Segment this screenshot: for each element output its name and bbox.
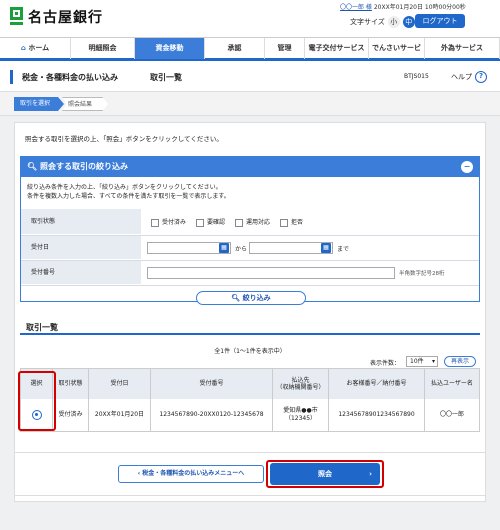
bank-name: 名古屋銀行 <box>28 10 103 26</box>
status-needs-check-label: 要確認 <box>207 219 226 226</box>
date-label: 受付日 <box>21 236 141 260</box>
status-accepted-checkbox[interactable]: 受付済み <box>151 217 186 227</box>
row-payee-name: 愛知県●●市 <box>283 407 318 415</box>
instruction-text: 照会する取引を選択の上、「照会」ボタンをクリックしてください。 <box>25 135 223 143</box>
per-page-value: 10件 <box>410 358 424 365</box>
nav-home-label: ホーム <box>28 44 50 52</box>
screen-id: BTJS015 <box>404 73 429 80</box>
page-subtitle: 取引一覧 <box>150 73 182 82</box>
global-nav: ⌂ ホーム 明細照会 資金移動 承認 管理 電子交付サービス でんさいサービス … <box>0 37 500 73</box>
checkbox-box[interactable] <box>280 218 289 227</box>
nav-e-delivery[interactable]: 電子交付サービス <box>304 38 368 59</box>
checkbox-box[interactable] <box>235 218 244 227</box>
checkbox-box[interactable] <box>151 218 159 227</box>
calendar-to-icon[interactable]: ▦ <box>321 243 331 253</box>
bank-logo-icon <box>10 7 23 25</box>
step-select: 取引を選択 <box>14 97 64 111</box>
number-label: 受付番号 <box>21 261 141 285</box>
nav-forex[interactable]: 外為サービス <box>424 38 500 59</box>
filter-description: 絞り込み条件を入力の上、「絞り込み」ボタンをクリックしてください。 条件を複数入… <box>27 183 230 201</box>
filter-desc-1: 絞り込み条件を入力の上、「絞り込み」ボタンをクリックしてください。 <box>27 184 222 191</box>
highlight-inquiry-button <box>266 460 384 488</box>
filter-header[interactable]: 🔍︎ 照会する取引の絞り込み − <box>21 157 479 177</box>
chevron-left-icon: ‹ <box>137 470 141 477</box>
col-date: 受付日 <box>89 369 151 399</box>
date-to-suffix: まで <box>337 246 350 253</box>
list-count: 全1件（1～1件を表示中） <box>214 348 286 355</box>
number-hint: 半角数字記号28桁 <box>399 271 445 277</box>
collapse-icon[interactable]: − <box>461 161 473 173</box>
row-status: 受付済み <box>53 399 89 431</box>
status-rejected-label: 拒否 <box>291 219 304 226</box>
font-size-label: 文字サイズ <box>350 18 385 26</box>
home-icon: ⌂ <box>20 44 26 52</box>
highlight-select-column <box>18 371 56 431</box>
nav-home[interactable]: ⌂ ホーム <box>0 38 70 59</box>
filter-button[interactable]: 🔍︎ 絞り込み <box>196 291 306 305</box>
col-customer-number: お客様番号／納付番号 <box>329 369 425 399</box>
col-status: 取引状態 <box>53 369 89 399</box>
col-user: 払込ユーザー名 <box>425 369 479 399</box>
nav-densai[interactable]: でんさいサービス <box>368 38 424 73</box>
status-label: 取引状態 <box>21 209 141 235</box>
status-checkboxes: 受付済み 要確認 運用対応 拒否 <box>151 217 303 227</box>
col-payee: 払込先 （収納機関番号） <box>273 369 329 399</box>
col-number: 受付番号 <box>151 369 273 399</box>
receipt-number-input[interactable] <box>147 267 395 279</box>
help-icon: ? <box>475 71 487 83</box>
user-info: 〇〇一郎 様 20XX年01月20日 10時00分00秒 <box>340 2 466 11</box>
per-page-label: 表示件数： <box>370 360 401 367</box>
back-to-menu-button[interactable]: ‹ 税金・各種料金の払い込みメニューへ <box>118 465 264 483</box>
step-result: 照会結果 <box>62 97 108 111</box>
filter-panel: 🔍︎ 照会する取引の絞り込み − 絞り込み条件を入力の上、「絞り込み」ボタンをク… <box>20 156 480 302</box>
back-button-label: 税金・各種料金の払い込みメニューへ <box>142 470 245 477</box>
user-name[interactable]: 〇〇一郎 様 <box>340 4 372 11</box>
nav-statements[interactable]: 明細照会 <box>70 38 134 59</box>
nav-fund-transfer[interactable]: 資金移動 <box>134 38 204 59</box>
list-title-underline <box>20 333 480 335</box>
row-date: 20XX年01月20日 <box>89 399 151 431</box>
font-medium-button[interactable]: 中 <box>402 16 415 28</box>
status-needs-check-checkbox[interactable]: 要確認 <box>196 217 225 227</box>
calendar-from-icon[interactable]: ▦ <box>219 243 229 253</box>
help-label: ヘルプ <box>451 73 472 81</box>
search-icon: 🔍︎ <box>231 294 241 302</box>
row-divider <box>21 285 479 286</box>
filter-title: 照会する取引の絞り込み <box>39 162 128 171</box>
nav-approval[interactable]: 承認 <box>204 38 264 59</box>
title-accent <box>10 70 13 84</box>
checkbox-box[interactable] <box>196 218 205 227</box>
help-link[interactable]: ヘルプ ? <box>451 71 487 83</box>
row-payee-code: （12345） <box>284 415 317 422</box>
status-accepted-label: 受付済み <box>162 219 187 226</box>
row-customer-number: 12345678901234567890 <box>329 399 425 431</box>
row-user: 〇〇一郎 <box>439 411 464 419</box>
app-header: 名古屋銀行 〇〇一郎 様 20XX年01月20日 10時00分00秒 文字サイズ… <box>0 0 500 37</box>
nav-admin[interactable]: 管理 <box>264 38 304 59</box>
list-title: 取引一覧 <box>26 323 58 332</box>
search-icon: 🔍︎ <box>27 162 38 171</box>
page-title: 税金・各種料金の払い込み <box>22 73 118 82</box>
status-ops-label: 運用対応 <box>246 219 271 226</box>
date-from-suffix: から <box>235 246 248 253</box>
transaction-table: 選択 取引状態 受付日 受付番号 払込先 （収納機関番号） お客様番号／納付番号… <box>20 368 480 432</box>
page-header: 税金・各種料金の払い込み 取引一覧 BTJS015 ヘルプ ? <box>0 62 500 92</box>
row-payee: 愛知県●●市 （12345） <box>273 399 329 431</box>
filter-button-label: 絞り込み <box>242 294 271 302</box>
filter-desc-2: 条件を複数入力した場合、すべての条件を満たす取引を一覧で表示します。 <box>27 193 230 200</box>
last-login: 20XX年01月20日 10時00分00秒 <box>373 4 466 11</box>
step-indicator: 取引を選択 照会結果 <box>0 92 500 116</box>
status-ops-checkbox[interactable]: 運用対応 <box>235 217 270 227</box>
font-small-button[interactable]: 小 <box>387 16 400 28</box>
per-page-select[interactable]: 10件 ▾ <box>406 356 438 367</box>
logout-button[interactable]: ログアウト <box>415 14 465 28</box>
redisplay-button[interactable]: 再表示 <box>444 356 476 367</box>
chevron-down-icon: ▾ <box>431 358 435 365</box>
row-number: 1234567890-20XX0120-12345678 <box>151 399 273 431</box>
status-rejected-checkbox[interactable]: 拒否 <box>280 217 303 227</box>
